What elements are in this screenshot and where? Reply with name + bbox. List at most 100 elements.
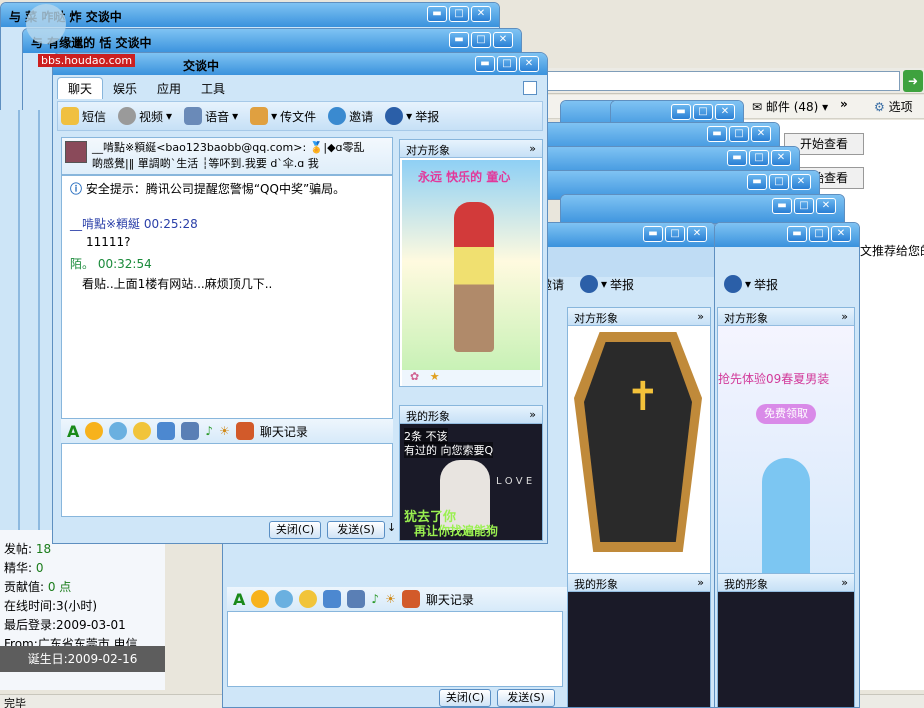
- address-bar[interactable]: [540, 71, 900, 91]
- gift-icon[interactable]: [401, 590, 420, 608]
- minimize-button[interactable]: ▬: [475, 56, 495, 72]
- magic-emoticon-icon[interactable]: [109, 422, 128, 440]
- message-input[interactable]: [61, 443, 393, 517]
- minimize-button[interactable]: ▬: [427, 6, 447, 22]
- flower-icon[interactable]: ✿: [410, 370, 419, 383]
- report-button[interactable]: ▾ 举报: [721, 273, 781, 295]
- screenshot-icon[interactable]: [157, 422, 176, 440]
- close-button[interactable]: ✕: [471, 6, 491, 22]
- tab-tools[interactable]: 工具: [191, 77, 235, 99]
- close-button[interactable]: ✕: [519, 56, 539, 72]
- other-avatar-header: 对方形象 »: [400, 140, 542, 158]
- tab-chat[interactable]: 聊天: [57, 77, 104, 99]
- close-chat-button[interactable]: 关闭(C): [269, 521, 321, 539]
- options-menu[interactable]: ⚙ 选项: [874, 98, 913, 115]
- report-button[interactable]: ▾ 举报: [382, 105, 442, 127]
- minimize-button[interactable]: ▬: [643, 226, 663, 242]
- minimize-button[interactable]: ▬: [707, 126, 727, 142]
- maximize-button[interactable]: □: [665, 226, 685, 242]
- maximize-button[interactable]: □: [769, 174, 789, 190]
- my-avatar-header: 我的形象 »: [568, 574, 710, 592]
- minimize-button[interactable]: ▬: [772, 198, 792, 214]
- capture-icon[interactable]: [347, 590, 366, 608]
- other-avatar-image: 永远 快乐的 童心: [402, 160, 540, 386]
- chat-window-stack-f[interactable]: ▬ □ ✕: [560, 194, 845, 224]
- maximize-button[interactable]: □: [449, 6, 469, 22]
- close-button[interactable]: ✕: [751, 126, 771, 142]
- capture-icon[interactable]: [181, 422, 200, 440]
- go-button[interactable]: ➜: [903, 70, 923, 92]
- report-button[interactable]: ▾ 举报: [577, 273, 637, 295]
- maximize-button[interactable]: □: [794, 198, 814, 214]
- send-options-icon[interactable]: ↓: [387, 521, 396, 534]
- maximize-button[interactable]: □: [471, 32, 491, 48]
- music-icon[interactable]: ♪: [371, 592, 379, 606]
- sms-icon: [61, 107, 79, 125]
- voice-button[interactable]: 语音 ▾: [181, 105, 241, 127]
- magic-emoticon-icon[interactable]: [275, 590, 294, 608]
- close-button[interactable]: ✕: [715, 104, 735, 120]
- last-login: 最后登录:2009-03-01: [4, 618, 126, 632]
- promo-text: 抢先体验09春夏男装: [718, 372, 830, 386]
- maximize-button[interactable]: □: [749, 150, 769, 166]
- shake-icon[interactable]: ☀: [385, 592, 396, 606]
- report-label: 举报: [415, 109, 440, 124]
- watermark-logo: [26, 4, 66, 44]
- history-button[interactable]: 聊天记录: [260, 423, 308, 440]
- close-chat-button[interactable]: 关闭(C): [439, 689, 491, 707]
- minimize-button[interactable]: ▬: [787, 226, 807, 242]
- video-button[interactable]: 视频 ▾: [115, 105, 175, 127]
- other-avatar-panel: 对方形象 » 抢先体验09春夏男装 免费领取: [717, 307, 855, 608]
- minimize-button[interactable]: ▬: [747, 174, 767, 190]
- font-icon[interactable]: A: [67, 422, 79, 441]
- close-button[interactable]: ✕: [791, 174, 811, 190]
- mail-menu[interactable]: ✉ 邮件 (48) ▾: [752, 98, 828, 115]
- avatar-figure: [454, 202, 494, 352]
- smile-icon[interactable]: [133, 422, 152, 440]
- emoticon-icon[interactable]: [251, 590, 270, 608]
- message-input[interactable]: [227, 611, 563, 687]
- close-button[interactable]: ✕: [493, 32, 513, 48]
- security-notice: ⓘ 安全提示：腾讯公司提醒您警惕“QQ中奖”骗局。: [70, 182, 346, 196]
- chat-window-right[interactable]: ▬ □ ✕ ▾ 举报 对方形象 » 抢先体验09春夏男装 免费领取 我的形象 »: [714, 222, 860, 708]
- contact-avatar[interactable]: [65, 141, 87, 163]
- invite-button[interactable]: 邀请: [325, 105, 376, 127]
- minimize-button[interactable]: ▬: [727, 150, 747, 166]
- close-button[interactable]: ✕: [831, 226, 851, 242]
- tab-apps[interactable]: 应用: [147, 77, 191, 99]
- more-chevron-icon[interactable]: »: [840, 97, 848, 111]
- send-button[interactable]: 发送(S): [497, 689, 555, 707]
- gift-icon[interactable]: [235, 422, 254, 440]
- close-button[interactable]: ✕: [816, 198, 836, 214]
- minimize-button[interactable]: ▬: [449, 32, 469, 48]
- chat-window-front[interactable]: 交谈中 ▬ □ ✕ 聊天 娱乐 应用 工具 短信 视频 ▾ 语音 ▾ ▾ 传文件 邀请 ▾…: [52, 52, 548, 544]
- emoticon-icon[interactable]: [85, 422, 104, 440]
- police-icon: [385, 107, 404, 125]
- maximize-button[interactable]: □: [497, 56, 517, 72]
- info-icon: ⓘ: [70, 182, 83, 196]
- star-icon[interactable]: ★: [430, 370, 440, 383]
- shake-icon[interactable]: ☀: [219, 424, 230, 438]
- collapse-icon[interactable]: [523, 81, 537, 95]
- send-button[interactable]: 发送(S): [327, 521, 385, 539]
- mail-label: 邮件 (48): [765, 100, 819, 114]
- other-avatar-header: 对方形象 »: [718, 308, 854, 326]
- maximize-button[interactable]: □: [809, 226, 829, 242]
- maximize-button[interactable]: □: [729, 126, 749, 142]
- my-avatar-love: L O V E: [496, 476, 533, 487]
- report-label: 举报: [754, 277, 779, 292]
- sms-button[interactable]: 短信: [58, 105, 109, 127]
- smile-icon[interactable]: [299, 590, 318, 608]
- maximize-button[interactable]: □: [693, 104, 713, 120]
- tab-entertainment[interactable]: 娱乐: [103, 77, 147, 99]
- history-button[interactable]: 聊天记录: [426, 591, 474, 608]
- font-icon[interactable]: A: [233, 590, 245, 609]
- close-button[interactable]: ✕: [687, 226, 707, 242]
- screenshot-icon[interactable]: [323, 590, 342, 608]
- free-claim-button[interactable]: 免费领取: [756, 404, 816, 424]
- close-button[interactable]: ✕: [771, 150, 791, 166]
- invite-label: 邀请: [349, 109, 374, 124]
- send-file-button[interactable]: ▾ 传文件: [247, 105, 319, 127]
- minimize-button[interactable]: ▬: [671, 104, 691, 120]
- music-icon[interactable]: ♪: [205, 424, 213, 438]
